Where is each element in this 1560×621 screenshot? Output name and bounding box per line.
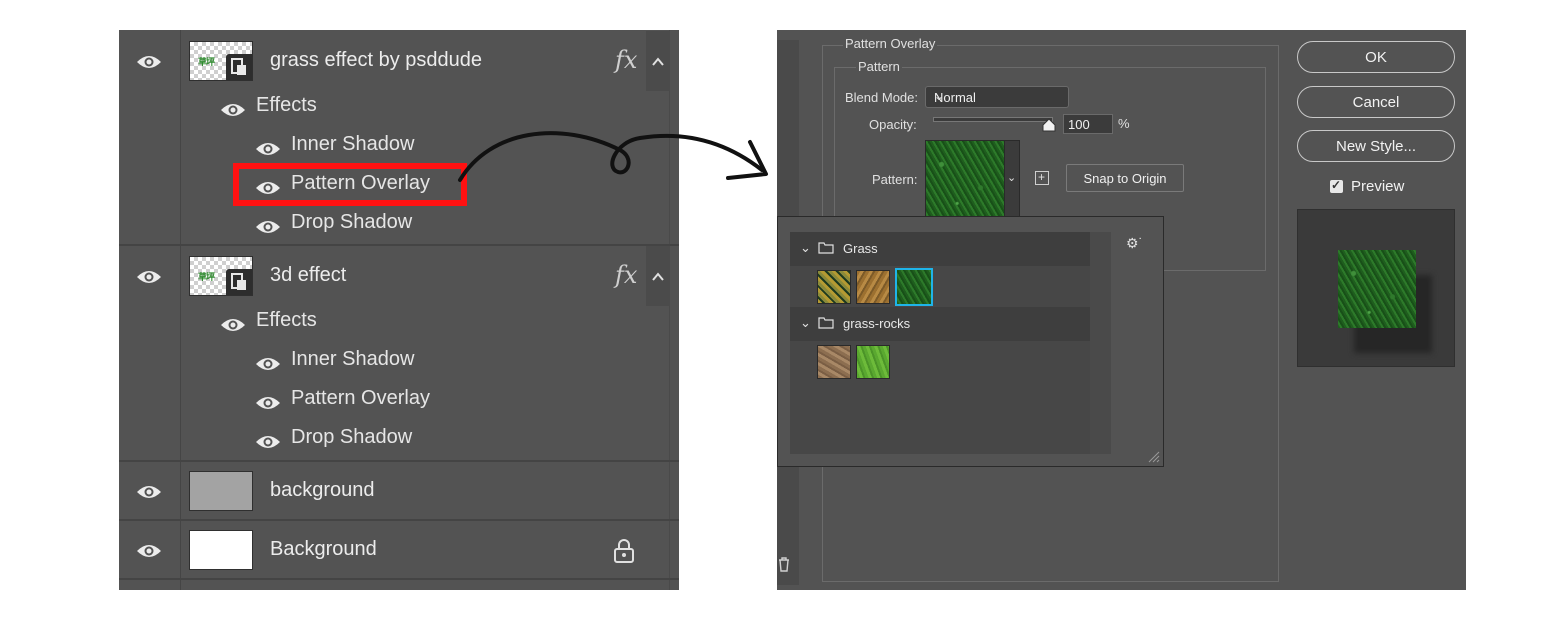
checkmark-icon: ✓ <box>1331 178 1342 192</box>
layer-divider <box>119 244 679 246</box>
thumbnail-text: 草坪 <box>198 57 215 67</box>
layer-thumbnail[interactable] <box>189 530 253 570</box>
lock-icon[interactable] <box>612 538 636 564</box>
slider-thumb[interactable] <box>1041 118 1057 132</box>
layer-divider <box>119 578 679 580</box>
layer-name[interactable]: grass effect by psddude <box>270 49 482 72</box>
visibility-column <box>119 30 181 590</box>
chevron-down-icon: ⌄ <box>800 315 811 330</box>
eye-icon[interactable] <box>220 316 246 334</box>
opacity-value: 100 <box>1068 117 1090 132</box>
layer-style-dialog: Pattern Overlay Pattern Blend Mode: Norm… <box>777 30 1466 590</box>
cancel-label: Cancel <box>1352 94 1400 111</box>
pattern-group-name: grass-rocks <box>843 316 911 331</box>
fx-icon[interactable]: fx <box>615 261 637 289</box>
opacity-label: Opacity: <box>869 117 917 132</box>
layer-thumbnail[interactable]: 草坪 <box>189 41 253 81</box>
preview-checkbox[interactable]: ✓ <box>1330 178 1343 193</box>
pattern-group-grass-rocks[interactable]: ⌄ grass-rocks <box>790 307 1090 341</box>
layer-name[interactable]: background <box>270 479 375 502</box>
effect-inner-shadow[interactable]: Inner Shadow <box>291 133 414 156</box>
effect-drop-shadow[interactable]: Drop Shadow <box>291 211 412 234</box>
pattern-swatch-3-selected[interactable] <box>895 268 933 306</box>
subgroup-title: Pattern <box>856 59 902 74</box>
chevron-up-icon <box>652 57 664 66</box>
opacity-slider[interactable] <box>933 117 1053 122</box>
eye-icon[interactable] <box>255 355 281 373</box>
chevron-down-icon: ⌄ <box>1007 172 1017 184</box>
preview-square <box>1338 250 1416 328</box>
eye-icon[interactable] <box>220 101 246 119</box>
pattern-picker-popup: ⌄ Grass ⌄ grass-rocks ⚙˙ <box>777 216 1164 467</box>
eye-icon[interactable] <box>255 433 281 451</box>
gear-icon[interactable]: ⚙˙ <box>1126 235 1143 252</box>
layer-thumbnail[interactable] <box>189 471 253 511</box>
eye-icon[interactable] <box>255 394 281 412</box>
pattern-group-grass[interactable]: ⌄ Grass <box>790 232 1090 266</box>
highlight-box <box>233 163 467 206</box>
blend-mode-label: Blend Mode: <box>845 90 918 105</box>
pattern-swatch-2[interactable] <box>856 270 890 304</box>
eye-icon[interactable] <box>255 218 281 236</box>
thumbnail-text: 草坪 <box>198 272 215 282</box>
effects-label[interactable]: Effects <box>256 309 317 332</box>
preview-thumbnail <box>1297 209 1455 367</box>
effects-label[interactable]: Effects <box>256 94 317 117</box>
layer-name[interactable]: Background <box>270 538 377 561</box>
effect-pattern-overlay[interactable]: Pattern Overlay <box>291 387 430 410</box>
eye-icon[interactable] <box>255 140 281 158</box>
ok-label: OK <box>1365 49 1387 66</box>
layer-name[interactable]: 3d effect <box>270 264 346 287</box>
resize-grip-icon[interactable] <box>1146 449 1160 463</box>
preview-label: Preview <box>1351 178 1405 195</box>
smart-object-icon <box>226 54 252 80</box>
pattern-swatch-4[interactable] <box>817 345 851 379</box>
pattern-picker-toggle[interactable]: ⌄ <box>1004 140 1020 220</box>
folder-icon <box>818 242 834 254</box>
cancel-button[interactable]: Cancel <box>1297 86 1455 118</box>
eye-icon[interactable] <box>136 483 162 501</box>
opacity-input[interactable]: 100 <box>1063 114 1113 134</box>
curved-arrow-icon <box>458 131 768 182</box>
layer-divider <box>119 519 679 521</box>
collapse-effects-button[interactable] <box>646 31 670 91</box>
effect-inner-shadow[interactable]: Inner Shadow <box>291 348 414 371</box>
chevron-down-icon: ⌄ <box>800 240 811 255</box>
blend-mode-select[interactable]: Normal ⌄ <box>925 86 1069 108</box>
panel-scrollbar[interactable] <box>669 30 679 590</box>
eye-icon[interactable] <box>136 542 162 560</box>
trash-icon[interactable] <box>777 556 791 572</box>
new-style-label: New Style... <box>1335 138 1417 155</box>
pattern-list: ⌄ Grass ⌄ grass-rocks <box>790 232 1111 454</box>
pattern-list-scrollbar[interactable] <box>1090 232 1111 454</box>
layer-thumbnail[interactable]: 草坪 <box>189 256 253 296</box>
new-preset-button[interactable]: + <box>1035 170 1049 185</box>
eye-icon[interactable] <box>136 53 162 71</box>
fx-icon[interactable]: fx <box>615 46 637 74</box>
snap-to-origin-button[interactable]: Snap to Origin <box>1066 164 1184 192</box>
chevron-up-icon <box>652 272 664 281</box>
layers-panel: 草坪 grass effect by psddude fx Effects In… <box>119 30 679 590</box>
effect-drop-shadow[interactable]: Drop Shadow <box>291 426 412 449</box>
pattern-label: Pattern: <box>872 172 918 187</box>
smart-object-icon <box>226 269 252 295</box>
folder-icon <box>818 317 834 329</box>
opacity-unit: % <box>1118 116 1130 131</box>
pattern-swatch-5[interactable] <box>856 345 890 379</box>
snap-to-origin-label: Snap to Origin <box>1083 171 1167 186</box>
new-style-button[interactable]: New Style... <box>1297 130 1455 162</box>
ok-button[interactable]: OK <box>1297 41 1455 73</box>
pattern-group-name: Grass <box>843 241 878 256</box>
eye-icon[interactable] <box>136 268 162 286</box>
pattern-swatch[interactable] <box>925 140 1005 220</box>
pattern-swatch-1[interactable] <box>817 270 851 304</box>
group-title: Pattern Overlay <box>843 36 938 51</box>
layer-divider <box>119 460 679 462</box>
plus-icon: + <box>1038 170 1046 184</box>
chevron-down-icon: ⌄ <box>934 89 945 103</box>
collapse-effects-button[interactable] <box>646 246 670 306</box>
